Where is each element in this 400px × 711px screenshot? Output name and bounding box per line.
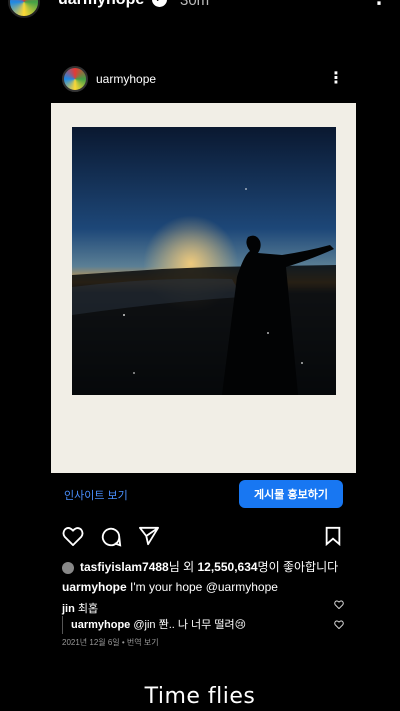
- sunset-silhouette-image: [72, 127, 336, 395]
- share-icon[interactable]: [138, 526, 160, 546]
- caption-text: I'm your hope @uarmyhope: [130, 580, 278, 594]
- post-more-icon[interactable]: ⋮: [328, 68, 344, 88]
- reply-item: uarmyhope @jin 쫜.. 나 너무 떨려😢: [62, 616, 348, 634]
- comment-like-icon[interactable]: [334, 600, 344, 609]
- story-username[interactable]: uarmyhope: [58, 0, 144, 9]
- comment-item: jin 최홉: [62, 600, 348, 616]
- likes-count: 12,550,634: [197, 560, 258, 574]
- bookmark-icon[interactable]: [324, 526, 342, 546]
- comment-icon[interactable]: [100, 526, 122, 548]
- post-photo-frame[interactable]: [51, 103, 356, 473]
- post-date: 2021년 12월 6일: [62, 638, 120, 647]
- caption-username[interactable]: uarmyhope: [62, 580, 127, 594]
- post-action-bar: [62, 526, 344, 548]
- reply-username[interactable]: uarmyhope: [71, 619, 130, 631]
- likes-suffix: 명이 좋아합니다: [257, 560, 339, 574]
- sunset-photo: [72, 127, 336, 395]
- story-avatar[interactable]: [8, 0, 40, 18]
- view-insights-link[interactable]: 인사이트 보기: [64, 487, 128, 503]
- reply-like-icon[interactable]: [334, 620, 344, 629]
- post-header: uarmyhope ⋮: [52, 64, 352, 96]
- liker-avatar: [62, 561, 74, 574]
- post-avatar[interactable]: [62, 66, 88, 92]
- story-header: uarmyhope ✓ 30m ⋮: [0, 0, 400, 18]
- verified-badge-icon: ✓: [152, 0, 167, 7]
- story-timestamp: 30m: [180, 0, 210, 9]
- post-username[interactable]: uarmyhope: [96, 72, 156, 86]
- reply-text: @jin 쫜.. 나 너무 떨려😢: [133, 619, 247, 631]
- comment-text: 최홉: [77, 603, 99, 615]
- heart-icon[interactable]: [62, 526, 84, 546]
- liker-username[interactable]: tasfiyislam7488: [80, 560, 169, 574]
- likes-summary[interactable]: tasfiyislam7488님 외 12,550,634명이 좋아합니다: [62, 558, 338, 575]
- promote-post-button[interactable]: 게시물 홍보하기: [239, 480, 343, 508]
- post-meta: 2021년 12월 6일 • 번역 보기: [62, 638, 159, 647]
- likes-connector: 님 외: [168, 560, 198, 574]
- story-caption-text: Time flies: [144, 684, 256, 709]
- more-vertical-icon[interactable]: ⋮: [370, 0, 388, 9]
- translate-link[interactable]: 번역 보기: [127, 638, 159, 647]
- post-caption: uarmyhope I'm your hope @uarmyhope: [62, 580, 278, 594]
- comment-username[interactable]: jin: [62, 603, 75, 615]
